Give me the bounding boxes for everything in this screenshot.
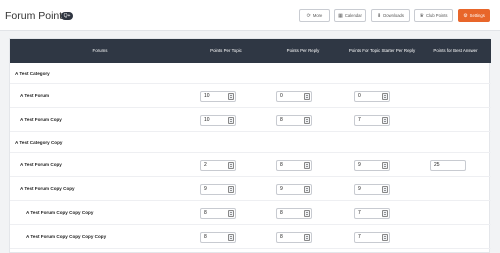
forum-name: A Test Forum bbox=[20, 93, 50, 98]
points-reply-input[interactable]: 0 bbox=[276, 91, 312, 102]
calendar-label: Calendar bbox=[344, 13, 362, 18]
points-best-value: 25 bbox=[434, 162, 440, 168]
more-icon: ⟳ bbox=[306, 13, 311, 19]
points-topic-value: 2 bbox=[204, 162, 207, 168]
spinner-icon[interactable] bbox=[304, 117, 310, 124]
col-forums: Forums bbox=[92, 48, 108, 53]
points-topic-input[interactable]: 2 bbox=[200, 160, 236, 171]
table-header: Forums Points Per Topic Points Per Reply… bbox=[10, 39, 491, 63]
points-reply-input[interactable]: 8 bbox=[276, 160, 312, 171]
points-starter-value: 7 bbox=[358, 210, 361, 216]
points-starter-input[interactable]: 0 bbox=[354, 91, 390, 102]
points-topic-value: 10 bbox=[204, 93, 210, 99]
forum-row: A Test Forum Copy 10 8 7 bbox=[10, 108, 491, 132]
points-reply-value: 8 bbox=[280, 162, 283, 168]
spinner-icon[interactable] bbox=[382, 117, 388, 124]
points-topic-input[interactable]: 8 bbox=[200, 232, 236, 243]
col-points-per-reply: Points Per Reply bbox=[286, 48, 320, 53]
trophy-icon: ♛ bbox=[419, 13, 425, 19]
category-row: A Test Category Copy bbox=[10, 132, 491, 153]
club-points-label: Club Points bbox=[426, 13, 448, 18]
col-points-starter-reply: Points For Topic Starter Per Reply bbox=[348, 48, 416, 53]
downloads-button[interactable]: ⬇ Downloads bbox=[371, 9, 410, 22]
points-topic-value: 10 bbox=[204, 117, 210, 123]
points-starter-input[interactable]: 9 bbox=[354, 160, 390, 171]
settings-button[interactable]: ⚙ Settings bbox=[458, 9, 490, 22]
points-topic-input[interactable]: 9 bbox=[200, 184, 236, 195]
gear-icon: ⚙ bbox=[463, 13, 468, 19]
points-topic-input[interactable]: 10 bbox=[200, 115, 236, 126]
spinner-icon[interactable] bbox=[228, 234, 234, 241]
forum-row: A Test Forum 10 0 0 bbox=[10, 84, 491, 108]
more-button[interactable]: ⟳ More bbox=[299, 9, 330, 22]
category-name: A Test Category bbox=[15, 71, 50, 76]
spinner-icon[interactable] bbox=[382, 162, 388, 169]
spinner-icon[interactable] bbox=[382, 93, 388, 100]
club-points-button[interactable]: ♛ Club Points bbox=[414, 9, 453, 22]
points-starter-input[interactable]: 7 bbox=[354, 232, 390, 243]
forum-row: A Test Forum Copy Copy Copy 8 8 7 bbox=[10, 201, 491, 225]
spinner-icon[interactable] bbox=[304, 234, 310, 241]
points-reply-value: 8 bbox=[280, 117, 283, 123]
settings-label: Settings bbox=[469, 13, 485, 18]
downloads-label: Downloads bbox=[383, 13, 404, 18]
forum-name: A Test Forum Copy Copy bbox=[20, 186, 75, 191]
category-row: A Test Category bbox=[10, 63, 491, 84]
calendar-icon: ▦ bbox=[338, 13, 343, 19]
forum-row: A Test Forum Copy Copy 9 9 9 bbox=[10, 177, 491, 201]
spinner-icon[interactable] bbox=[228, 117, 234, 124]
points-topic-value: 8 bbox=[204, 234, 207, 240]
title-badge[interactable]: Q+ bbox=[61, 12, 73, 20]
forum-row: A Test Forum Copy Copy Copy Copy 8 8 7 bbox=[10, 225, 491, 249]
spinner-icon[interactable] bbox=[228, 93, 234, 100]
forum-name: A Test Forum Copy Copy Copy Copy bbox=[26, 234, 107, 239]
forum-name: A Test Forum Copy bbox=[20, 162, 62, 167]
points-starter-value: 9 bbox=[358, 162, 361, 168]
forum-name: A Test Forum Copy Copy Copy bbox=[26, 210, 94, 215]
points-reply-input[interactable]: 8 bbox=[276, 208, 312, 219]
points-starter-value: 7 bbox=[358, 117, 361, 123]
forum-name: A Test Forum Copy bbox=[20, 117, 62, 122]
spinner-icon[interactable] bbox=[228, 186, 234, 193]
spinner-icon[interactable] bbox=[228, 162, 234, 169]
spinner-icon[interactable] bbox=[228, 210, 234, 217]
col-points-best-answer: Points for Best Answer bbox=[433, 48, 478, 53]
download-icon: ⬇ bbox=[377, 13, 382, 19]
spinner-icon[interactable] bbox=[304, 93, 310, 100]
calendar-button[interactable]: ▦ Calendar bbox=[334, 9, 366, 22]
points-topic-value: 8 bbox=[204, 210, 207, 216]
spinner-icon[interactable] bbox=[304, 162, 310, 169]
points-best-input[interactable]: 25 bbox=[430, 160, 466, 171]
points-starter-input[interactable]: 7 bbox=[354, 208, 390, 219]
points-starter-value: 9 bbox=[358, 186, 361, 192]
points-reply-input[interactable]: 8 bbox=[276, 232, 312, 243]
forum-points-panel: Forums Points Per Topic Points Per Reply… bbox=[9, 38, 491, 253]
points-topic-input[interactable]: 8 bbox=[200, 208, 236, 219]
spinner-icon[interactable] bbox=[304, 210, 310, 217]
points-reply-input[interactable]: 8 bbox=[276, 115, 312, 126]
points-reply-value: 8 bbox=[280, 210, 283, 216]
col-points-per-topic: Points Per Topic bbox=[210, 48, 242, 53]
spinner-icon[interactable] bbox=[382, 210, 388, 217]
points-topic-input[interactable]: 10 bbox=[200, 91, 236, 102]
points-topic-value: 9 bbox=[204, 186, 207, 192]
spinner-icon[interactable] bbox=[382, 186, 388, 193]
spinner-icon[interactable] bbox=[382, 234, 388, 241]
points-reply-value: 9 bbox=[280, 186, 283, 192]
category-name: A Test Category Copy bbox=[15, 140, 63, 145]
points-starter-input[interactable]: 9 bbox=[354, 184, 390, 195]
points-reply-value: 0 bbox=[280, 93, 283, 99]
more-label: More bbox=[312, 13, 323, 18]
top-bar: Forum Points Q+ ⟳ More ▦ Calendar ⬇ Downloa… bbox=[0, 0, 500, 31]
points-starter-value: 0 bbox=[358, 93, 361, 99]
points-starter-value: 7 bbox=[358, 234, 361, 240]
forum-row: A Test Forum Copy 2 8 9 25 bbox=[10, 153, 491, 177]
points-reply-input[interactable]: 9 bbox=[276, 184, 312, 195]
spinner-icon[interactable] bbox=[304, 186, 310, 193]
points-reply-value: 8 bbox=[280, 234, 283, 240]
page-title: Forum Points bbox=[5, 10, 68, 22]
points-starter-input[interactable]: 7 bbox=[354, 115, 390, 126]
